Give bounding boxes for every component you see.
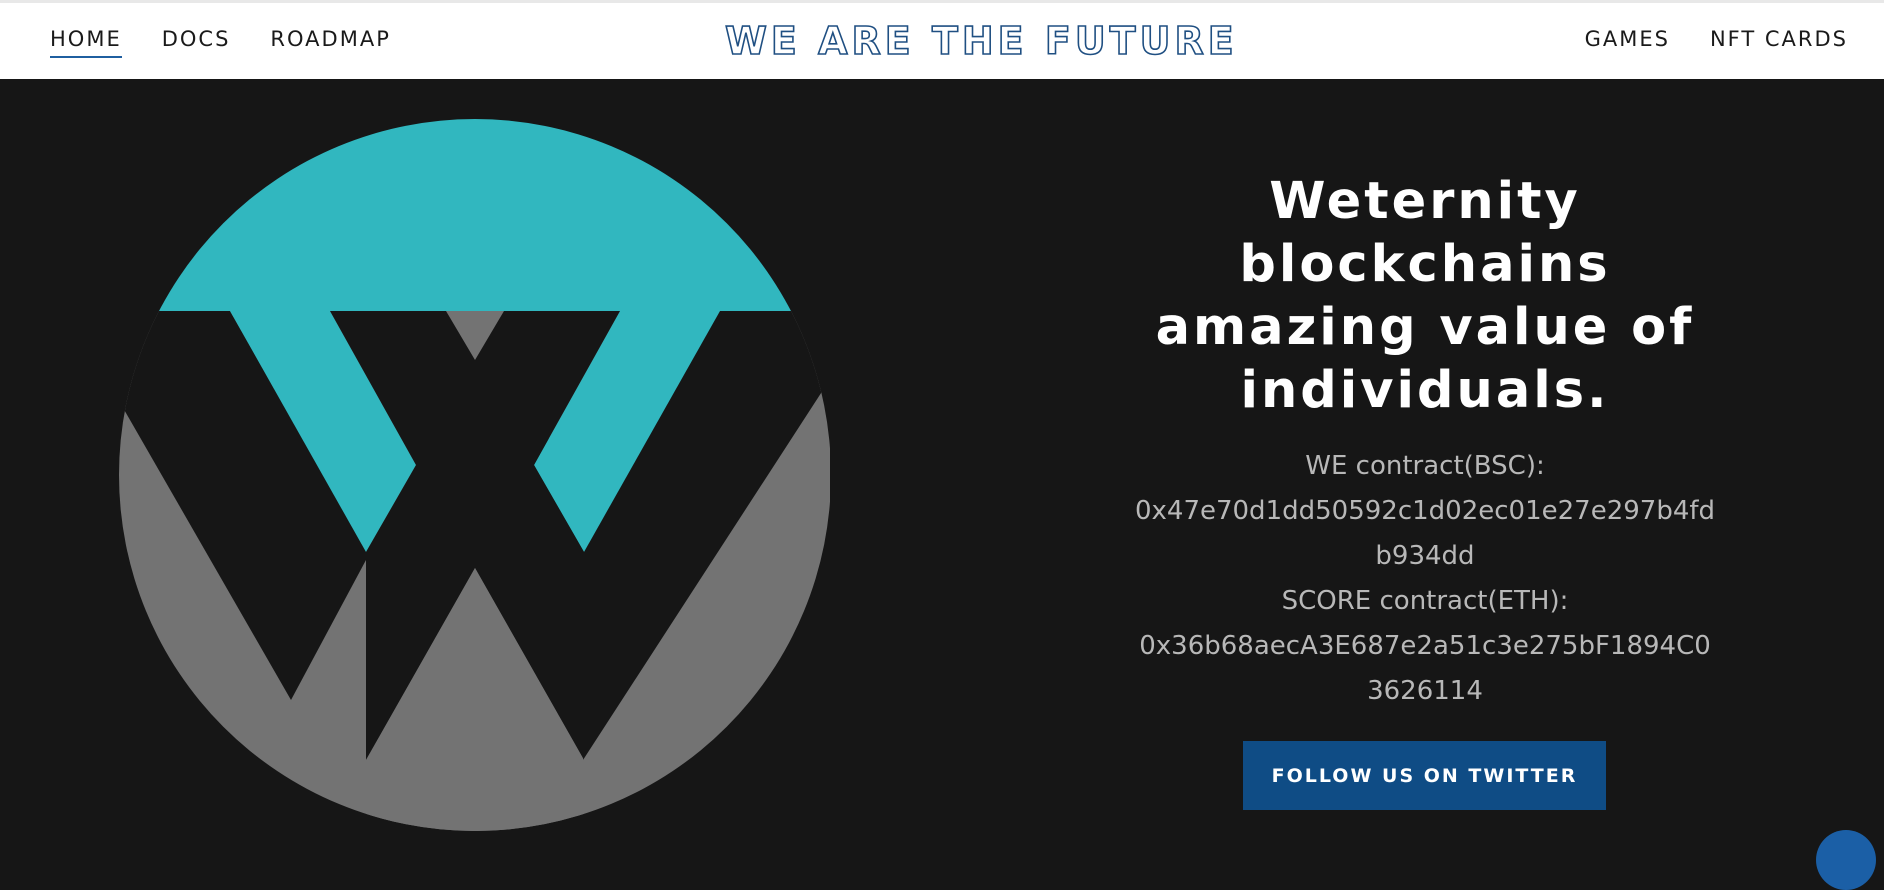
- nav-nft-cards-link[interactable]: NFT CARDS: [1710, 27, 1848, 56]
- headline-line-2: blockchains: [1239, 235, 1611, 294]
- we-contract-address-line1: 0x47e70d1dd50592c1d02ec01e27e297b4fd: [1134, 496, 1716, 526]
- nav-left: HOME DOCS ROADMAP: [50, 27, 391, 58]
- hero-text: Weternity blockchains amazing value of i…: [1110, 170, 1740, 714]
- weternity-logo: [100, 100, 831, 839]
- headline-line-4: individuals.: [1240, 361, 1610, 420]
- headline-line-1: Weternity: [1269, 172, 1581, 231]
- nav-games-link[interactable]: GAMES: [1585, 27, 1670, 56]
- chat-bubble-icon[interactable]: [1816, 830, 1876, 890]
- contracts-block: WE contract(BSC): 0x47e70d1dd50592c1d02e…: [1110, 444, 1740, 714]
- weternity-w-logo-icon: [119, 119, 831, 831]
- hero-headline: Weternity blockchains amazing value of i…: [1110, 170, 1740, 422]
- site-title[interactable]: WE ARE THE FUTURE: [724, 18, 1234, 64]
- nav-roadmap-link[interactable]: ROADMAP: [270, 27, 390, 58]
- nav-docs-link[interactable]: DOCS: [162, 27, 231, 58]
- top-navigation-bar: HOME DOCS ROADMAP WE ARE THE FUTURE GAME…: [0, 0, 1884, 79]
- score-contract-label: SCORE contract(ETH):: [1281, 586, 1569, 616]
- follow-twitter-button[interactable]: FOLLOW US ON TWITTER: [1243, 741, 1606, 810]
- we-contract-address-line2: b934dd: [1375, 541, 1475, 571]
- nav-home-link[interactable]: HOME: [50, 27, 122, 58]
- nav-right: GAMES NFT CARDS: [1585, 27, 1848, 56]
- we-contract-label: WE contract(BSC):: [1305, 451, 1545, 481]
- score-contract-address-line2: 3626114: [1367, 676, 1483, 706]
- headline-line-3: amazing value of: [1155, 298, 1695, 357]
- score-contract-address-line1: 0x36b68aecA3E687e2a51c3e275bF1894C0: [1139, 631, 1711, 661]
